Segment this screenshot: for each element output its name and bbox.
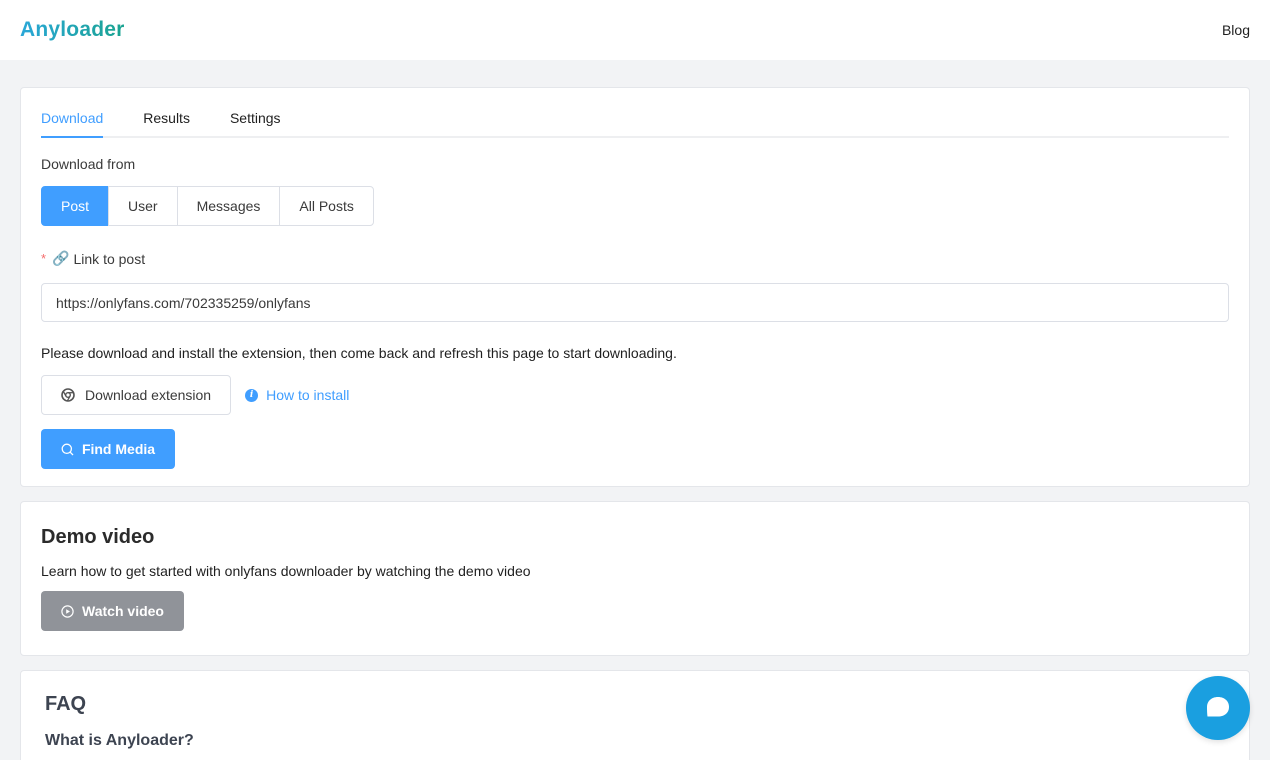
play-icon [61,604,74,618]
demo-card: Demo video Learn how to get started with… [20,501,1250,656]
demo-description: Learn how to get started with onlyfans d… [41,563,531,579]
required-mark: * [41,251,47,266]
info-icon: i [245,388,259,402]
blog-link[interactable]: Blog [1222,22,1250,38]
tab-download[interactable]: Download [41,110,104,138]
download-extension-button[interactable]: Download extension [41,375,232,415]
source-post-button[interactable]: Post [41,186,110,226]
top-header: Anyloader Blog [0,0,1270,60]
faq-card: FAQ What is Anyloader? [20,670,1250,760]
download-from-label: Download from [41,156,136,172]
link-label-text: Link to post [73,250,146,267]
find-media-button[interactable]: Find Media [41,429,175,469]
faq-title: FAQ [45,693,87,715]
download-card: Download Results Settings Download from … [20,87,1250,487]
link-icon: 🔗 [52,250,70,266]
extension-row: Download extension i How to install [41,375,1229,415]
source-all-posts-button[interactable]: All Posts [279,186,374,226]
faq-question[interactable]: What is Anyloader? [45,732,1225,750]
chat-button[interactable] [1186,676,1250,740]
extension-note: Please download and install the extensio… [41,345,677,361]
how-to-install-label: How to install [266,387,350,403]
how-to-install-link[interactable]: i How to install [245,387,349,403]
demo-title: Demo video [41,526,155,548]
source-messages-button[interactable]: Messages [176,186,281,226]
post-link-input[interactable] [41,283,1229,322]
search-icon [61,443,74,455]
download-extension-label: Download extension [85,387,212,403]
chrome-icon [61,388,75,402]
chat-icon [1207,697,1229,717]
watch-video-label: Watch video [82,603,164,619]
tab-bar: Download Results Settings [41,88,1229,138]
link-field-label: * 🔗 Link to post [41,250,1229,267]
source-user-button[interactable]: User [108,186,178,226]
source-selector: Post User Messages All Posts [41,186,374,226]
find-media-label: Find Media [81,441,156,457]
tab-results[interactable]: Results [143,110,190,136]
logo[interactable]: Anyloader [20,18,125,42]
tab-settings[interactable]: Settings [230,110,281,136]
watch-video-button[interactable]: Watch video [41,591,184,631]
